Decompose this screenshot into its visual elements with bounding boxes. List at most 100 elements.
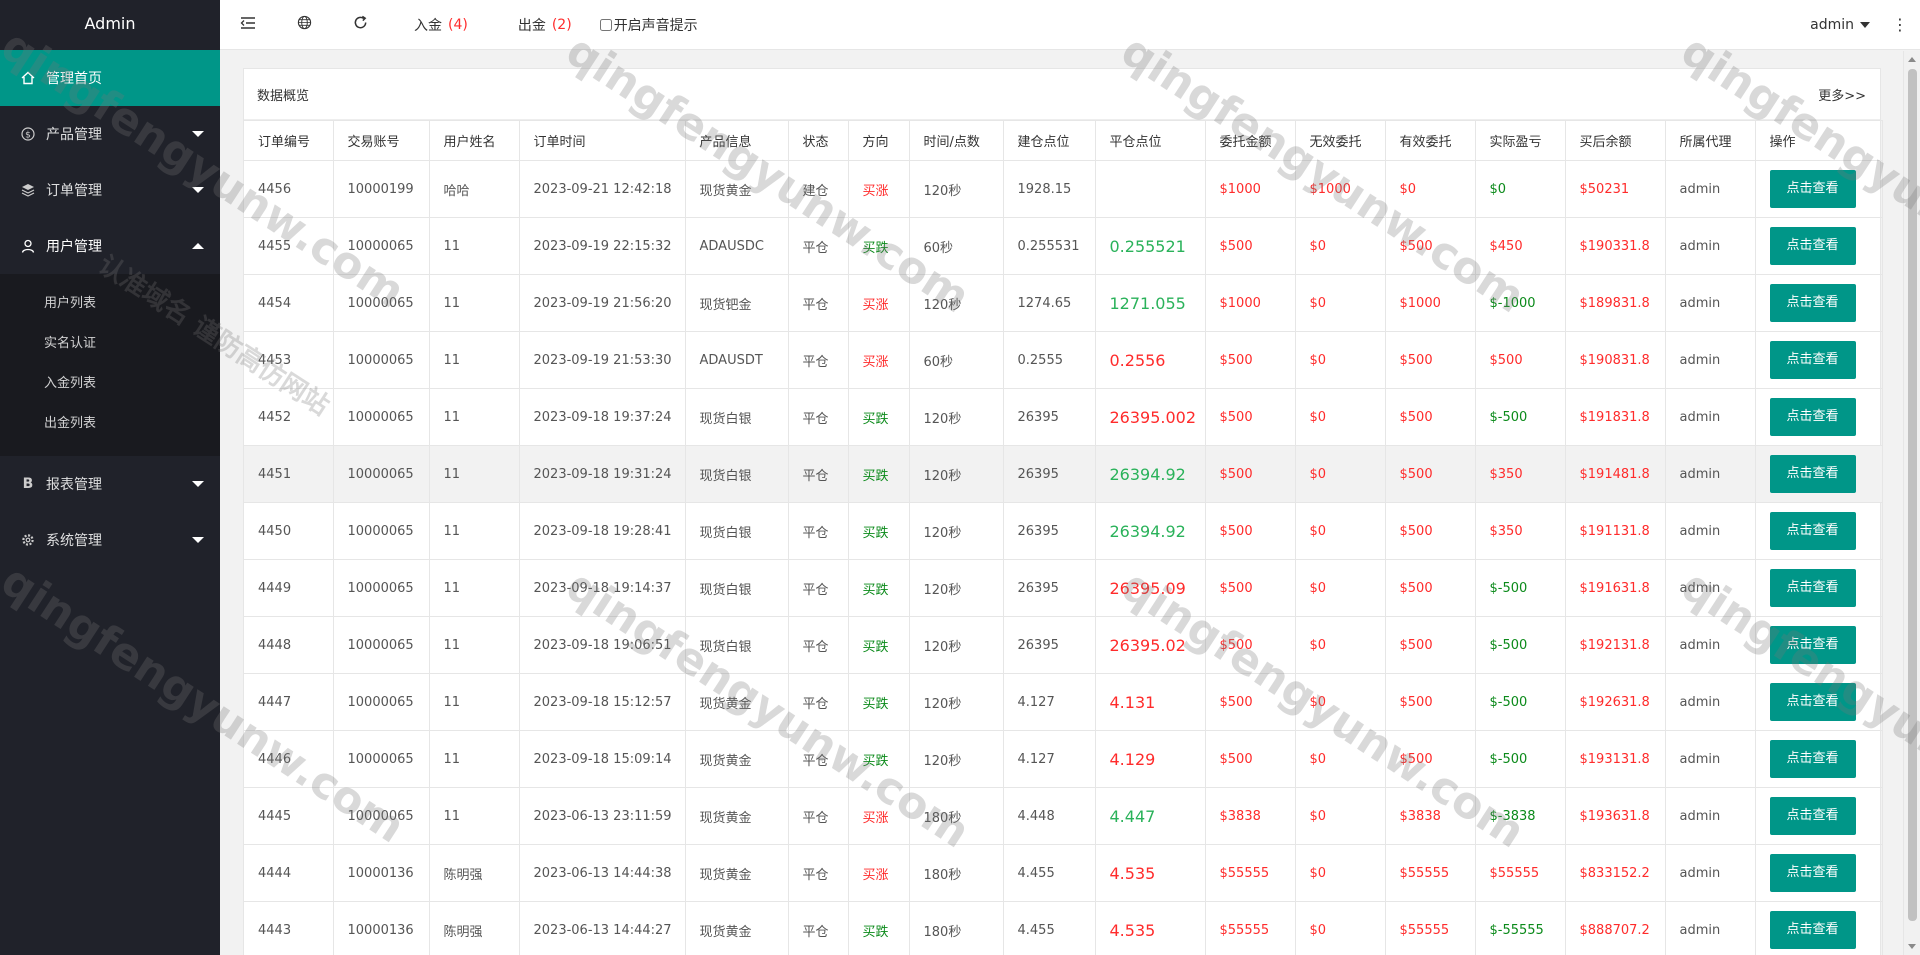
cell-action: 点击查看 xyxy=(1754,388,1883,446)
cell-direction: 买涨 xyxy=(847,160,910,218)
cell-agent: admin xyxy=(1664,502,1756,560)
cell-status: 平仓 xyxy=(787,331,849,389)
cell-account: 10000065 xyxy=(332,388,430,446)
view-detail-button[interactable]: 点击查看 xyxy=(1769,797,1856,835)
cell-product: 现货白银 xyxy=(684,559,789,617)
sidebar-item-label: 管理首页 xyxy=(46,71,102,87)
sidebar-item-system[interactable]: 系统管理 xyxy=(0,512,220,568)
cell-valid-amount: $500 xyxy=(1384,730,1476,788)
cell-invalid-amount: $0 xyxy=(1294,274,1386,332)
cell-account: 10000065 xyxy=(332,445,430,503)
sidebar-subitem-deposits[interactable]: 入金列表 xyxy=(0,364,220,404)
refresh-button[interactable] xyxy=(332,0,388,50)
column-header: 平仓点位 xyxy=(1094,120,1206,161)
cell-balance: $193131.8 xyxy=(1564,730,1666,788)
cell-action: 点击查看 xyxy=(1754,901,1883,955)
table-row: 4453 10000065 11 2023-09-19 21:53:30 ADAUSDT… xyxy=(244,331,1883,389)
sidebar-item-label: 产品管理 xyxy=(46,127,102,143)
header-right: admin ⋮ xyxy=(1800,0,1920,50)
table-header-row: 订单编号 交易账号 用户姓名 订单时间 产品信息 状态 方向 时间/点数 建仓点位 平仓点位 委托金… xyxy=(244,120,1883,161)
column-header: 产品信息 xyxy=(684,120,789,161)
sound-checkbox[interactable] xyxy=(599,18,612,31)
cell-order-id: 4451 xyxy=(244,445,334,503)
scroll-down-icon[interactable] xyxy=(1908,944,1916,949)
cell-balance: $189831.8 xyxy=(1564,274,1666,332)
cell-balance: $191481.8 xyxy=(1564,445,1666,503)
cell-account: 10000065 xyxy=(332,673,430,731)
cell-account: 10000199 xyxy=(332,160,430,218)
cell-order-time: 2023-09-19 21:56:20 xyxy=(518,274,686,332)
sidebar-subitem-verification[interactable]: 实名认证 xyxy=(0,324,220,364)
cell-profit: $-500 xyxy=(1474,730,1566,788)
view-detail-button[interactable]: 点击查看 xyxy=(1769,284,1856,322)
chevron-up-icon xyxy=(192,243,204,249)
cell-action: 点击查看 xyxy=(1754,616,1883,674)
sidebar-subitem-withdrawals[interactable]: 出金列表 xyxy=(0,404,220,444)
more-options-button[interactable]: ⋮ xyxy=(1880,0,1920,50)
view-detail-button[interactable]: 点击查看 xyxy=(1769,626,1856,664)
sidebar-subitem-user-list[interactable]: 用户列表 xyxy=(0,284,220,324)
cell-account: 10000065 xyxy=(332,787,430,845)
view-detail-button[interactable]: 点击查看 xyxy=(1769,227,1856,265)
more-dots-icon: ⋮ xyxy=(1892,15,1908,34)
cell-open-price: 4.455 xyxy=(1002,844,1096,902)
cell-agent: admin xyxy=(1664,388,1756,446)
sidebar-item-orders[interactable]: 订单管理 xyxy=(0,162,220,218)
cell-duration: 180秒 xyxy=(908,844,1004,902)
cell-product: 现货黄金 xyxy=(684,160,789,218)
table-row: 4451 10000065 11 2023-09-18 19:31:24 现货白银 平仓买… xyxy=(244,445,1883,503)
sound-label: 开启声音提示 xyxy=(613,17,698,34)
cell-order-id: 4443 xyxy=(244,901,334,955)
cell-invalid-amount: $0 xyxy=(1294,559,1386,617)
cell-direction: 买跌 xyxy=(847,616,910,674)
sidebar-item-home[interactable]: 管理首页 xyxy=(0,50,220,106)
deposit-link[interactable]: 入金 (4) xyxy=(394,0,488,50)
cell-action: 点击查看 xyxy=(1754,673,1883,731)
cell-direction: 买跌 xyxy=(847,502,910,560)
sidebar-item-users[interactable]: 用户管理 xyxy=(0,218,220,274)
table-row: 4443 10000136 陈明强 2023-06-13 14:44:27 现货黄金 平仓… xyxy=(244,901,1883,955)
view-detail-button[interactable]: 点击查看 xyxy=(1769,569,1856,607)
cell-amount: $55555 xyxy=(1204,901,1296,955)
view-detail-button[interactable]: 点击查看 xyxy=(1769,170,1856,208)
cell-user-name: 11 xyxy=(428,616,520,674)
cell-amount: $1000 xyxy=(1204,160,1296,218)
view-detail-button[interactable]: 点击查看 xyxy=(1769,398,1856,436)
view-detail-button[interactable]: 点击查看 xyxy=(1769,341,1856,379)
cell-balance: $191631.8 xyxy=(1564,559,1666,617)
page-scrollbar[interactable] xyxy=(1903,51,1920,955)
cell-open-price: 26395 xyxy=(1002,502,1096,560)
cell-invalid-amount: $0 xyxy=(1294,844,1386,902)
view-detail-button[interactable]: 点击查看 xyxy=(1769,512,1856,550)
toggle-sidebar-button[interactable] xyxy=(220,0,276,50)
scroll-up-icon[interactable] xyxy=(1908,57,1916,62)
more-link[interactable]: 更多>> xyxy=(1818,85,1866,104)
cell-action: 点击查看 xyxy=(1754,331,1883,389)
sound-toggle[interactable]: 开启声音提示 xyxy=(599,15,698,35)
sidebar-item-reports[interactable]: B 报表管理 xyxy=(0,456,220,512)
column-header: 状态 xyxy=(787,120,849,161)
cell-invalid-amount: $0 xyxy=(1294,730,1386,788)
cell-invalid-amount: $0 xyxy=(1294,673,1386,731)
view-detail-button[interactable]: 点击查看 xyxy=(1769,683,1856,721)
view-detail-button[interactable]: 点击查看 xyxy=(1769,854,1856,892)
cell-open-price: 4.127 xyxy=(1002,730,1096,788)
user-menu[interactable]: admin xyxy=(1800,17,1880,33)
column-header: 委托金额 xyxy=(1204,120,1296,161)
cell-account: 10000065 xyxy=(332,559,430,617)
cell-duration: 120秒 xyxy=(908,616,1004,674)
view-detail-button[interactable]: 点击查看 xyxy=(1769,740,1856,778)
website-button[interactable] xyxy=(276,0,332,50)
view-detail-button[interactable]: 点击查看 xyxy=(1769,455,1856,493)
cell-agent: admin xyxy=(1664,274,1756,332)
cell-balance: $833152.2 xyxy=(1564,844,1666,902)
cell-open-price: 26395 xyxy=(1002,388,1096,446)
view-detail-button[interactable]: 点击查看 xyxy=(1769,911,1856,949)
withdraw-link[interactable]: 出金 (2) xyxy=(498,0,592,50)
cell-duration: 120秒 xyxy=(908,388,1004,446)
scrollbar-thumb[interactable] xyxy=(1908,69,1917,921)
cell-invalid-amount: $0 xyxy=(1294,388,1386,446)
app-logo-title[interactable]: Admin xyxy=(0,0,220,50)
sidebar-item-products[interactable]: $ 产品管理 xyxy=(0,106,220,162)
cell-order-time: 2023-06-13 14:44:27 xyxy=(518,901,686,955)
